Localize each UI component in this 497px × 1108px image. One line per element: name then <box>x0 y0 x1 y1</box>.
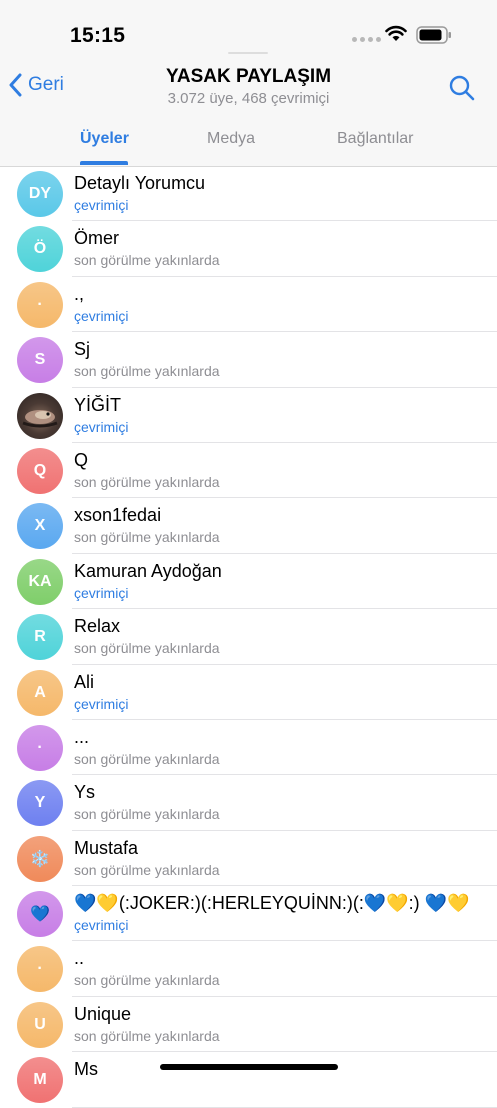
avatar-initials: ❄️ <box>30 850 50 868</box>
search-icon[interactable] <box>448 74 476 102</box>
member-status: çevrimiçi <box>74 695 129 712</box>
list-item[interactable]: ·... son görülme yakınlarda <box>0 720 497 776</box>
avatar-initials: Y <box>34 794 46 812</box>
avatar-initials: · <box>37 738 43 756</box>
row-divider <box>72 1106 497 1108</box>
member-status: son görülme yakınlarda <box>74 252 220 269</box>
avatar-initials: U <box>34 1015 46 1033</box>
navigation-header: Geri YASAK PAYLAŞIM 3.072 üye, 468 çevri… <box>0 60 497 167</box>
member-name: Ys <box>74 782 96 803</box>
member-name: Ömer <box>74 228 119 249</box>
group-title: YASAK PAYLAŞIM <box>165 66 332 87</box>
group-subtitle: 3.072 üye, 468 çevrimiçi <box>167 90 330 107</box>
avatar: ❄️ <box>17 835 63 882</box>
avatar: M <box>17 1057 63 1104</box>
avatar: Y <box>17 780 63 827</box>
status-bar: 15:15 <box>0 0 497 60</box>
member-status: son görülme yakınlarda <box>74 473 220 490</box>
member-name: Kamuran Aydoğan <box>74 560 222 581</box>
avatar: · <box>17 946 63 993</box>
member-status: son görülme yakınlarda <box>74 806 220 823</box>
avatar-initials: M <box>33 1071 47 1089</box>
avatar-initials: KA <box>28 572 52 590</box>
list-item[interactable]: S Sj son görülme yakınlarda <box>0 332 497 388</box>
cellular-signal-icon <box>352 37 381 42</box>
avatar-initials: DY <box>28 185 52 202</box>
list-item[interactable]: U Unique son görülme yakınlarda <box>0 997 497 1053</box>
list-item[interactable]: ·.. son görülme yakınlarda <box>0 941 497 997</box>
avatar: X <box>17 503 63 550</box>
home-indicator <box>160 1064 338 1070</box>
avatar: U <box>17 1001 63 1048</box>
member-name: .. <box>74 948 85 969</box>
list-item[interactable]: Y Ys son görülme yakınlarda <box>0 775 497 831</box>
list-item[interactable]: R Relax son görülme yakınlarda <box>0 609 497 665</box>
member-name: ... <box>74 726 90 747</box>
member-status: son görülme yakınlarda <box>74 861 220 878</box>
member-status: çevrimiçi <box>74 584 129 601</box>
avatar: DY <box>17 171 63 217</box>
tab-bar: Üyeler Medya Bağlantılar <box>0 130 497 166</box>
avatar-initials: · <box>37 960 43 978</box>
avatar-initials: · <box>37 295 43 313</box>
member-name: Mustafa <box>74 837 139 858</box>
list-item[interactable]: ❄️ Mustafa son görülme yakınlarda <box>0 831 497 887</box>
member-name: 💙💛(:JOKER:)(:HERLEYQUİNN:)(:💙💛:) 💙💛 <box>74 893 470 914</box>
wifi-icon <box>385 25 407 41</box>
avatar-initials: 💙 <box>30 906 50 924</box>
member-name: YİĞİT <box>74 394 122 415</box>
avatar: · <box>17 281 63 328</box>
notch-line <box>228 52 268 54</box>
member-status: çevrimiçi <box>74 418 129 435</box>
member-name: Sj <box>74 339 91 360</box>
member-status: çevrimiçi <box>74 917 129 934</box>
member-name: Ali <box>74 671 95 692</box>
member-name: ., <box>74 283 85 304</box>
tab-indicator <box>80 161 128 165</box>
status-time: 15:15 <box>70 24 126 47</box>
member-status: son görülme yakınlarda <box>74 1027 220 1044</box>
list-item[interactable]: KA Kamuran Aydoğan çevrimiçi <box>0 554 497 610</box>
avatar <box>17 392 63 439</box>
avatar: Ö <box>17 226 63 273</box>
member-status: son görülme yakınlarda <box>74 363 220 380</box>
list-item[interactable]: DY Detaylı Yorumcu çevrimiçi <box>0 166 497 222</box>
tab-media[interactable]: Medya <box>207 130 255 148</box>
avatar: Q <box>17 447 63 494</box>
avatar-initials: Ö <box>33 240 47 258</box>
avatar: A <box>17 669 63 716</box>
list-item[interactable]: 💙 💙💛(:JOKER:)(:HERLEYQUİNN:)(:💙💛:) 💙💛 çevr… <box>0 886 497 942</box>
avatar: 💙 <box>17 891 63 938</box>
member-status: son görülme yakınlarda <box>74 750 220 767</box>
avatar: R <box>17 614 63 661</box>
list-item[interactable]: Xxson1fedai son görülme yakınlarda <box>0 498 497 554</box>
tab-members[interactable]: Üyeler <box>80 130 129 148</box>
avatar: S <box>17 337 63 384</box>
avatar-initials: A <box>34 683 46 701</box>
list-item[interactable]: A Ali çevrimiçi <box>0 665 497 720</box>
member-name: Unique <box>74 1003 132 1024</box>
list-item[interactable]: Q Qson görülme yakınlarda <box>0 443 497 499</box>
member-status: çevrimiçi <box>74 197 129 213</box>
member-list: DY Detaylı Yorumcu çevrimiçi Ö Ömer son görül… <box>0 166 497 1108</box>
member-name: Relax <box>74 616 121 637</box>
list-item[interactable]: ·., çevrimiçi <box>0 277 497 333</box>
battery-icon <box>416 26 451 44</box>
list-item[interactable]: YİĞİT çevrimiçi <box>0 388 497 443</box>
avatar-initials: Q <box>33 461 47 479</box>
member-status: son görülme yakınlarda <box>74 972 220 989</box>
member-status: çevrimiçi <box>74 307 129 324</box>
member-name: Detaylı Yorumcu <box>74 173 206 193</box>
member-status: son görülme yakınlarda <box>74 640 220 657</box>
avatar-initials: R <box>34 628 46 646</box>
list-item[interactable]: Ö Ömer son görülme yakınlarda <box>0 221 497 277</box>
avatar-initials: X <box>34 517 46 535</box>
tab-links[interactable]: Bağlantılar <box>337 130 414 148</box>
member-name: xson1fedai <box>74 505 162 526</box>
member-status: son görülme yakınlarda <box>74 529 220 546</box>
avatar-initials: S <box>34 351 46 369</box>
member-name: Q <box>74 449 89 470</box>
avatar: · <box>17 724 63 771</box>
avatar: KA <box>17 558 63 605</box>
